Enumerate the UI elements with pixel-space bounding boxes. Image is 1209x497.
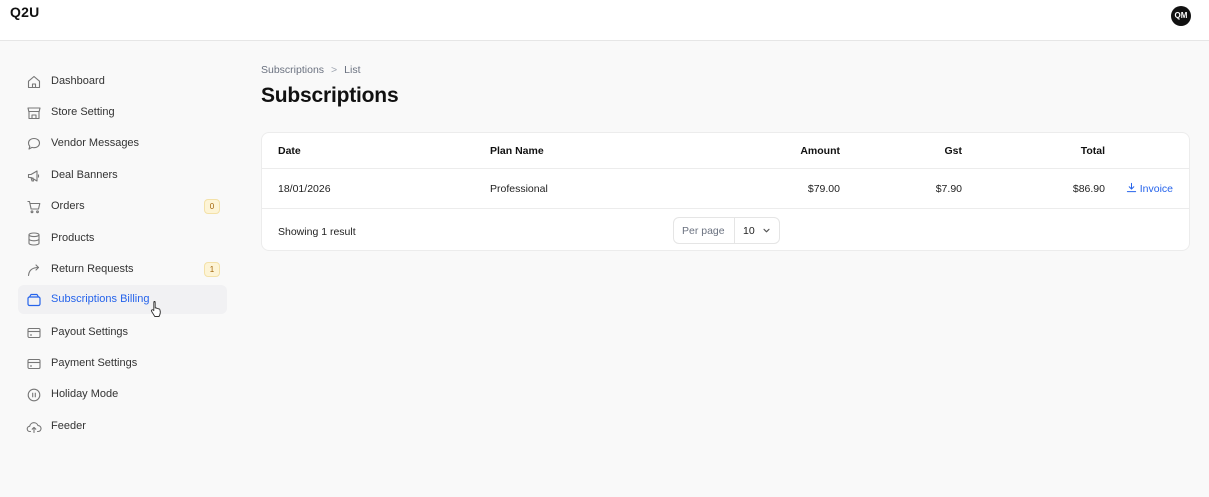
sidebar-item-label: Return Requests — [51, 263, 134, 275]
sidebar-item-vendor-messages[interactable]: Vendor Messages — [18, 129, 227, 158]
column-header-date[interactable]: Date — [278, 145, 301, 157]
cart-icon — [26, 199, 42, 215]
sidebar-item-feeder[interactable]: Feeder — [18, 412, 227, 441]
subscriptions-table-card: Date Plan Name Amount Gst Total 18/01/20… — [261, 132, 1190, 251]
per-page-value: 10 — [743, 225, 755, 237]
invoice-link-label: Invoice — [1139, 183, 1173, 195]
sidebar-item-deal-banners[interactable]: Deal Banners — [18, 161, 227, 190]
results-count: Showing 1 result — [278, 226, 356, 238]
column-header-amount[interactable]: Amount — [800, 145, 840, 157]
cell-amount: $79.00 — [807, 183, 840, 195]
download-icon — [1126, 182, 1136, 193]
sidebar-item-label: Holiday Mode — [51, 388, 119, 400]
sidebar-item-holiday-mode[interactable]: Holiday Mode — [18, 380, 227, 409]
message-icon — [26, 136, 42, 152]
card-icon — [26, 356, 42, 372]
sidebar-item-store-setting[interactable]: Store Setting — [18, 98, 227, 127]
chevron-down-icon — [762, 226, 771, 235]
pause-circle-icon — [26, 387, 42, 403]
megaphone-icon — [26, 168, 42, 184]
sidebar-item-label: Subscriptions Billing — [51, 293, 150, 305]
breadcrumb: Subscriptions > List — [261, 64, 361, 76]
database-icon — [26, 231, 42, 247]
sidebar-item-label: Dashboard — [51, 75, 105, 87]
sidebar-item-label: Vendor Messages — [51, 137, 140, 149]
sidebar-item-label: Store Setting — [51, 106, 115, 118]
sidebar-item-orders[interactable]: Orders 0 — [18, 192, 227, 221]
cell-total: $86.90 — [1072, 183, 1105, 195]
cloud-upload-icon — [26, 419, 42, 435]
sidebar-item-label: Feeder — [51, 420, 86, 432]
brand-logo[interactable]: Q2U — [10, 4, 39, 20]
per-page-control: Per page 10 — [673, 217, 780, 244]
sidebar-item-payout-settings[interactable]: Payout Settings — [18, 318, 227, 347]
top-bar: Q2U QM — [0, 0, 1209, 41]
page-title: Subscriptions — [261, 84, 399, 107]
sidebar-item-label: Payment Settings — [51, 357, 138, 369]
breadcrumb-parent-link[interactable]: Subscriptions — [261, 64, 324, 76]
hand-pointer-cursor-icon — [149, 300, 165, 318]
sidebar-item-dashboard[interactable]: Dashboard — [18, 67, 227, 96]
sidebar-item-subscriptions-billing[interactable]: Subscriptions Billing — [18, 285, 227, 314]
breadcrumb-current: List — [344, 64, 361, 76]
table-row: 18/01/2026 Professional $79.00 $7.90 $86… — [262, 169, 1189, 209]
home-icon — [26, 74, 42, 90]
table-header-row: Date Plan Name Amount Gst Total — [262, 133, 1189, 169]
column-header-gst[interactable]: Gst — [944, 145, 962, 157]
sidebar-item-label: Products — [51, 232, 95, 244]
user-avatar[interactable]: QM — [1171, 6, 1191, 26]
breadcrumb-separator: > — [331, 64, 338, 76]
orders-count-badge: 0 — [204, 199, 220, 214]
sidebar-item-label: Payout Settings — [51, 326, 129, 338]
per-page-label: Per page — [682, 225, 725, 237]
sidebar-item-return-requests[interactable]: Return Requests 1 — [18, 255, 227, 284]
card-icon — [26, 325, 42, 341]
per-page-select[interactable]: 10 — [735, 218, 779, 243]
sidebar: Dashboard Store Setting Vendor Messages … — [0, 41, 240, 497]
sidebar-item-label: Orders — [51, 200, 85, 212]
column-header-plan-name[interactable]: Plan Name — [490, 145, 544, 157]
cell-gst: $7.90 — [935, 183, 962, 195]
return-arrow-icon — [26, 262, 42, 278]
wallet-icon — [26, 292, 42, 308]
cell-plan-name: Professional — [490, 183, 548, 195]
invoice-download-link[interactable]: Invoice — [1126, 182, 1173, 195]
store-icon — [26, 105, 42, 121]
column-header-total[interactable]: Total — [1081, 145, 1105, 157]
sidebar-item-payment-settings[interactable]: Payment Settings — [18, 349, 227, 378]
cell-date: 18/01/2026 — [278, 183, 331, 195]
sidebar-item-label: Deal Banners — [51, 169, 118, 181]
sidebar-item-products[interactable]: Products — [18, 224, 227, 253]
return-requests-count-badge: 1 — [204, 262, 220, 277]
